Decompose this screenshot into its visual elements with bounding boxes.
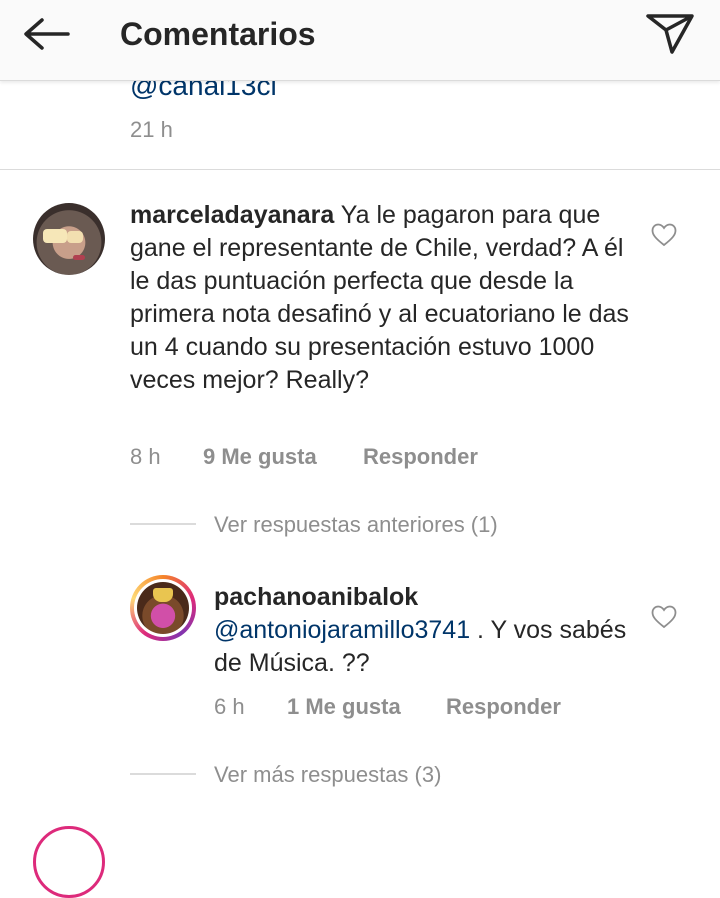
share-button[interactable] xyxy=(644,10,698,56)
heart-icon xyxy=(651,223,677,247)
avatar[interactable] xyxy=(33,203,105,275)
like-button[interactable] xyxy=(651,223,677,247)
arrow-left-icon xyxy=(24,18,70,50)
replies-line xyxy=(130,523,196,525)
top-bar: Comentarios xyxy=(0,0,720,81)
view-more-replies-link[interactable]: Ver más respuestas (3) xyxy=(214,762,441,788)
heart-icon xyxy=(651,605,677,629)
page-title: Comentarios xyxy=(120,16,316,52)
avatar[interactable] xyxy=(33,826,105,898)
reply-button[interactable]: Responder xyxy=(363,444,478,470)
back-button[interactable] xyxy=(18,12,78,60)
reply-mention[interactable]: @antoniojaramillo3741 xyxy=(214,616,470,644)
reply-body: pachanoanibalok @antoniojaramillo3741 . Y… xyxy=(214,581,634,680)
reply-username[interactable]: pachanoanibalok xyxy=(214,583,418,611)
replies-line xyxy=(130,773,196,775)
like-button[interactable] xyxy=(651,605,677,629)
comment-username[interactable]: marceladayanara xyxy=(130,201,334,229)
previous-comment-time: 21 h xyxy=(130,117,173,142)
comment-body: marceladayanara Ya le pagaron para que g… xyxy=(130,199,630,397)
reply-button[interactable]: Responder xyxy=(446,694,561,720)
likes-count[interactable]: 1 Me gusta xyxy=(287,694,401,720)
view-previous-replies-link[interactable]: Ver respuestas anteriores (1) xyxy=(214,512,498,538)
divider xyxy=(0,169,720,170)
avatar[interactable] xyxy=(134,579,192,637)
reply-time: 6 h xyxy=(214,694,245,719)
comment-time: 8 h xyxy=(130,444,161,469)
comment-text: Ya le pagaron para que gane el represent… xyxy=(130,201,629,394)
paper-plane-icon xyxy=(646,14,694,54)
likes-count[interactable]: 9 Me gusta xyxy=(203,444,317,470)
